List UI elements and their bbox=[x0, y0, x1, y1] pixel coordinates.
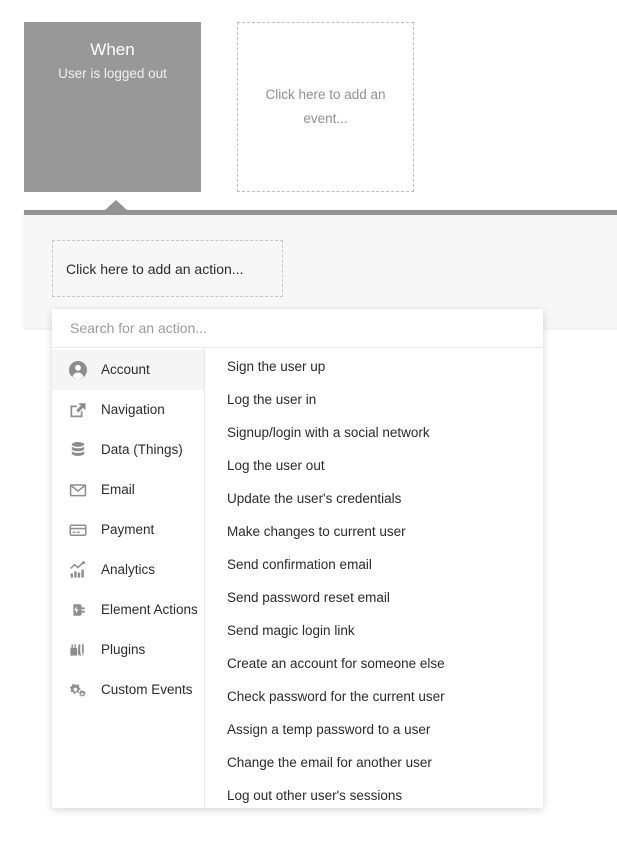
envelope-icon bbox=[68, 480, 88, 500]
category-item-label: Analytics bbox=[101, 562, 156, 577]
category-item-label: Email bbox=[101, 482, 135, 497]
action-list-item[interactable]: Check password for the current user bbox=[205, 680, 543, 713]
database-icon bbox=[68, 440, 88, 460]
gears-icon bbox=[68, 680, 88, 700]
action-item-list: Sign the user up Log the user in Signup/lo… bbox=[205, 348, 543, 808]
category-item-payment[interactable]: Payment bbox=[52, 510, 204, 550]
action-list-item[interactable]: Create an account for someone else bbox=[205, 647, 543, 680]
account-circle-icon bbox=[68, 360, 88, 380]
external-link-icon bbox=[68, 400, 88, 420]
category-item-label: Plugins bbox=[101, 642, 146, 657]
add-action-placeholder-label: Click here to add an action... bbox=[66, 260, 244, 277]
when-event-block[interactable]: When User is logged out bbox=[24, 22, 201, 192]
action-list-item[interactable]: Assign a temp password to a user bbox=[205, 713, 543, 746]
category-item-label: Navigation bbox=[101, 402, 165, 417]
category-item-analytics[interactable]: Analytics bbox=[52, 550, 204, 590]
action-list-item[interactable]: Make changes to current user bbox=[205, 515, 543, 548]
category-item-label: Element Actions bbox=[101, 602, 198, 617]
plug-bolt-icon bbox=[68, 600, 88, 620]
category-item-label: Account bbox=[101, 362, 150, 377]
action-list-item[interactable]: Send magic login link bbox=[205, 614, 543, 647]
category-item-data-things[interactable]: Data (Things) bbox=[52, 430, 204, 470]
workflow-canvas: When User is logged out Click here to ad… bbox=[0, 0, 617, 215]
action-picker-body: Account Navigation Data (Things) Email Payme… bbox=[52, 348, 543, 808]
action-list-item[interactable]: Change the email for another user bbox=[205, 746, 543, 779]
plugins-icon bbox=[68, 640, 88, 660]
action-list-item[interactable]: Log the user in bbox=[205, 383, 543, 416]
action-list-item[interactable]: Send confirmation email bbox=[205, 548, 543, 581]
category-item-navigation[interactable]: Navigation bbox=[52, 390, 204, 430]
action-picker-dropdown: Account Navigation Data (Things) Email Payme… bbox=[52, 309, 543, 808]
credit-card-icon bbox=[68, 520, 88, 540]
category-item-label: Payment bbox=[101, 522, 155, 537]
category-item-custom-events[interactable]: Custom Events bbox=[52, 670, 204, 710]
action-list-item[interactable]: Update the user's credentials bbox=[205, 482, 543, 515]
action-list-item[interactable]: Send password reset email bbox=[205, 581, 543, 614]
action-search-input[interactable] bbox=[68, 319, 524, 337]
add-event-placeholder-label: Click here to add an event... bbox=[265, 87, 386, 126]
category-item-label: Data (Things) bbox=[101, 442, 183, 457]
action-category-list: Account Navigation Data (Things) Email Payme… bbox=[52, 348, 205, 808]
category-item-email[interactable]: Email bbox=[52, 470, 204, 510]
action-list-item[interactable]: Log out other user's sessions bbox=[205, 779, 543, 808]
category-item-account[interactable]: Account bbox=[52, 350, 204, 390]
action-list-item[interactable]: Sign the user up bbox=[205, 350, 543, 383]
add-action-placeholder-box[interactable]: Click here to add an action... bbox=[52, 240, 283, 297]
add-event-placeholder-box[interactable]: Click here to add an event... bbox=[237, 22, 414, 192]
category-item-label: Custom Events bbox=[101, 682, 193, 697]
when-block-title: When bbox=[90, 40, 135, 59]
bar-chart-icon bbox=[68, 560, 88, 580]
when-block-subtitle: User is logged out bbox=[58, 66, 167, 81]
category-item-plugins[interactable]: Plugins bbox=[52, 630, 204, 670]
action-card-pointer-arrow bbox=[104, 200, 128, 211]
action-list-item[interactable]: Signup/login with a social network bbox=[205, 416, 543, 449]
action-search-row bbox=[52, 309, 543, 348]
action-list-item[interactable]: Log the user out bbox=[205, 449, 543, 482]
category-item-element-actions[interactable]: Element Actions bbox=[52, 590, 204, 630]
